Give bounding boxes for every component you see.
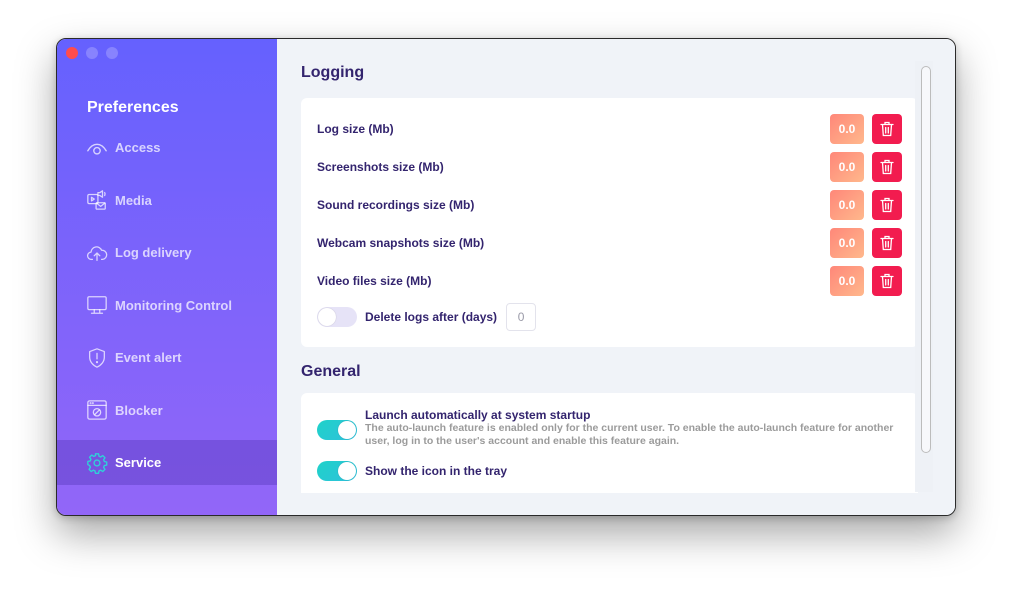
- delete-sound-recordings-button[interactable]: [872, 190, 902, 220]
- launch-at-startup-label: Launch automatically at system startup: [365, 408, 591, 422]
- trash-icon: [880, 235, 894, 251]
- sound-recordings-size-label: Sound recordings size (Mb): [317, 198, 475, 212]
- sidebar-item-label: Media: [115, 192, 152, 208]
- delete-logs-button[interactable]: [872, 114, 902, 144]
- delete-logs-toggle[interactable]: [317, 307, 357, 327]
- sidebar-item-label: Access: [115, 140, 161, 155]
- log-size-label: Log size (Mb): [317, 122, 394, 136]
- show-tray-icon-row: Show the icon in the tray: [317, 461, 507, 481]
- cloud-upload-icon: [86, 242, 108, 264]
- general-section-title: General: [301, 363, 361, 380]
- toggle-knob: [338, 462, 356, 480]
- delete-logs-days-input[interactable]: [506, 303, 537, 331]
- sidebar-item-label: Monitoring Control: [115, 297, 232, 313]
- launch-at-startup-toggle[interactable]: [317, 420, 357, 440]
- eye-icon: [86, 137, 108, 159]
- sidebar-title: Preferences: [87, 99, 179, 116]
- sidebar-item-service[interactable]: Service: [57, 440, 277, 485]
- delete-logs-label: Delete logs after (days): [365, 310, 498, 324]
- sidebar-item-label: Service: [115, 455, 162, 470]
- delete-screenshots-button[interactable]: [872, 152, 902, 182]
- show-tray-icon-label: Show the icon in the tray: [365, 464, 508, 478]
- blocker-icon: [86, 399, 108, 421]
- traffic-lights: [66, 47, 118, 59]
- show-tray-icon-toggle[interactable]: [317, 461, 357, 481]
- delete-webcam-snapshots-button[interactable]: [872, 228, 902, 258]
- launch-at-startup-description: The auto-launch feature is enabled only …: [365, 422, 894, 447]
- trash-icon: [880, 197, 894, 213]
- video-files-size-label: Video files size (Mb): [317, 274, 432, 288]
- logging-card: Log size (Mb) 0.0 Screenshots size (Mb) …: [301, 98, 918, 347]
- screenshots-size-value: 0.0: [830, 152, 864, 182]
- sidebar-item-event-alert[interactable]: Event alert: [57, 335, 277, 380]
- sidebar-item-label: Blocker: [115, 402, 163, 418]
- log-size-row: Log size (Mb) 0.0: [317, 114, 902, 144]
- sidebar: Preferences Access Media Log delivery Mo…: [57, 39, 277, 515]
- log-size-value: 0.0: [830, 114, 864, 144]
- minimize-window-button[interactable]: [86, 47, 98, 59]
- monitor-icon: [86, 294, 108, 316]
- trash-icon: [880, 121, 894, 137]
- close-window-button[interactable]: [66, 47, 78, 59]
- screenshots-size-row: Screenshots size (Mb) 0.0: [317, 152, 902, 182]
- delete-video-files-button[interactable]: [872, 266, 902, 296]
- trash-icon: [880, 273, 894, 289]
- delete-logs-after-row: Delete logs after (days): [317, 303, 537, 331]
- sidebar-nav: Access Media Log delivery Monitoring Con…: [57, 125, 277, 493]
- scrollbar-thumb[interactable]: [921, 66, 931, 453]
- screenshots-size-label: Screenshots size (Mb): [317, 160, 444, 174]
- media-icon: [86, 189, 108, 211]
- sound-recordings-size-row: Sound recordings size (Mb) 0.0: [317, 190, 902, 220]
- preferences-window: Preferences Access Media Log delivery Mo…: [56, 38, 956, 516]
- video-files-size-value: 0.0: [830, 266, 864, 296]
- main-content: Logging Log size (Mb) 0.0 Screenshots si…: [277, 39, 955, 515]
- general-card: Launch automatically at system startup T…: [301, 393, 918, 493]
- video-files-size-row: Video files size (Mb) 0.0: [317, 266, 902, 296]
- maximize-window-button[interactable]: [106, 47, 118, 59]
- shield-alert-icon: [86, 347, 108, 369]
- webcam-snapshots-size-label: Webcam snapshots size (Mb): [317, 236, 485, 250]
- toggle-knob: [338, 421, 356, 439]
- sidebar-item-label: Event alert: [115, 350, 182, 365]
- logging-section-title: Logging: [301, 64, 365, 81]
- sidebar-item-blocker[interactable]: Blocker: [57, 388, 277, 433]
- gear-icon: [86, 452, 108, 474]
- toggle-knob: [318, 308, 336, 326]
- sidebar-item-label: Log delivery: [115, 245, 192, 260]
- sound-recordings-size-value: 0.0: [830, 190, 864, 220]
- launch-at-startup-row: Launch automatically at system startup T…: [317, 408, 895, 448]
- sidebar-item-monitoring-control[interactable]: Monitoring Control: [57, 283, 277, 328]
- sidebar-item-media[interactable]: Media: [57, 178, 277, 223]
- sidebar-item-access[interactable]: Access: [57, 125, 277, 170]
- trash-icon: [880, 159, 894, 175]
- webcam-snapshots-size-value: 0.0: [830, 228, 864, 258]
- sidebar-item-log-delivery[interactable]: Log delivery: [57, 230, 277, 275]
- webcam-snapshots-size-row: Webcam snapshots size (Mb) 0.0: [317, 228, 902, 258]
